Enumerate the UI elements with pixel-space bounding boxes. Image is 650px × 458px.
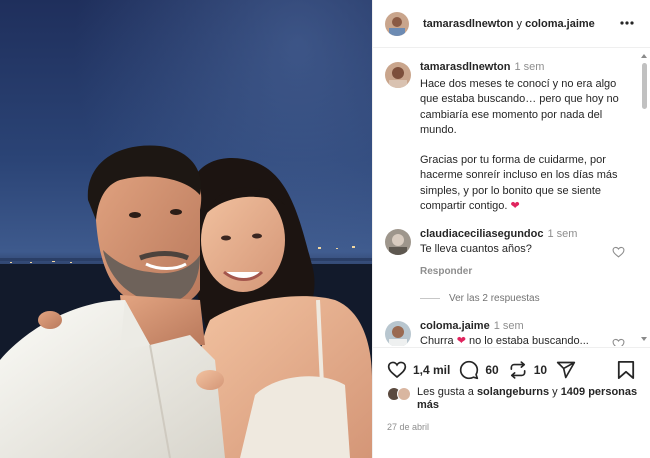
comment-button[interactable]: 60 — [459, 360, 499, 380]
liked-by-user[interactable]: solangeburns — [477, 386, 549, 398]
like-count: 1,4 mil — [413, 362, 451, 377]
comment-icon — [460, 360, 479, 379]
post-header: tamarasdlnewton y coloma.jaime — [373, 0, 650, 48]
comment-count: 60 — [485, 362, 499, 377]
scroll-down-arrow[interactable] — [641, 337, 647, 341]
caption-username[interactable]: tamarasdlnewton — [420, 61, 510, 73]
bookmark-icon[interactable] — [617, 360, 635, 380]
action-bar: 1,4 mil 60 10 — [373, 347, 650, 391]
comment-time[interactable]: 1 sem — [548, 228, 578, 240]
caption-text: Hace dos meses te conocí y no era algo q… — [420, 78, 619, 212]
comment-username[interactable]: claudiaceciliasegundoc — [420, 228, 544, 240]
scrollbar-thumb[interactable] — [642, 63, 647, 109]
avatar-image — [385, 62, 411, 88]
author-link[interactable]: tamarasdlnewton — [423, 18, 513, 30]
like-button[interactable]: 1,4 mil — [387, 360, 450, 379]
comment-text-continued: no lo estaba buscando... — [465, 335, 589, 346]
comment-like-icon[interactable] — [612, 246, 625, 258]
comment: claudiaceciliasegundoc 1 sem Te lleva cua… — [385, 227, 625, 257]
liked-by-middle: y — [549, 386, 561, 398]
post-authors: tamarasdlnewton y coloma.jaime — [423, 18, 595, 30]
share-icon — [556, 361, 576, 378]
liked-by-prefix: Les gusta a — [417, 386, 477, 398]
authors-joiner: y — [513, 17, 526, 30]
view-replies-button[interactable]: Ver las 2 respuestas — [420, 293, 540, 304]
liked-by: Les gusta a solangeburns y 1409 personas… — [387, 386, 645, 412]
avatar[interactable] — [385, 11, 409, 36]
comment-text: Te lleva cuantos años? — [420, 243, 532, 256]
heart-emoji: ❤ — [456, 335, 466, 346]
comment-time[interactable]: 1 sem — [494, 320, 524, 332]
post-date[interactable]: 27 de abril — [387, 422, 429, 432]
avatar-image — [385, 229, 411, 255]
view-replies-label: Ver las 2 respuestas — [449, 293, 540, 304]
avatar[interactable] — [385, 62, 411, 88]
avatar[interactable] — [385, 229, 411, 255]
caption-time[interactable]: 1 sem — [514, 61, 544, 73]
scroll-up-arrow[interactable] — [641, 54, 647, 58]
comment: coloma.jaime 1 sem Churra ❤ no lo estaba … — [385, 319, 625, 346]
avatar-image — [385, 11, 409, 36]
share-button[interactable] — [556, 360, 582, 380]
avatar[interactable] — [385, 321, 411, 346]
heart-emoji: ❤ — [510, 199, 520, 212]
comment-text: Churra — [420, 335, 457, 346]
coauthor-link[interactable]: coloma.jaime — [525, 18, 595, 30]
comment-username[interactable]: coloma.jaime — [420, 320, 490, 332]
couple-photo — [0, 0, 372, 458]
post-photo[interactable] — [0, 0, 372, 458]
more-icon[interactable] — [619, 16, 635, 30]
replies-line — [420, 298, 440, 299]
liker-avatars — [387, 387, 413, 403]
caption: tamarasdlnewton 1 sem Hace dos meses te c… — [385, 60, 625, 214]
instagram-post: tamarasdlnewton y coloma.jaime tamarasdl… — [0, 0, 650, 458]
comments-list[interactable]: tamarasdlnewton 1 sem Hace dos meses te c… — [373, 49, 650, 346]
repost-icon — [510, 360, 526, 379]
comment-like-icon[interactable] — [612, 338, 625, 346]
avatar-image — [385, 321, 411, 346]
reply-button[interactable]: Responder — [420, 266, 472, 277]
post-side-panel: tamarasdlnewton y coloma.jaime tamarasdl… — [372, 0, 650, 458]
repost-count: 10 — [533, 362, 548, 377]
avatar — [397, 387, 411, 401]
repost-button[interactable]: 10 — [508, 360, 547, 380]
heart-icon — [387, 361, 407, 379]
